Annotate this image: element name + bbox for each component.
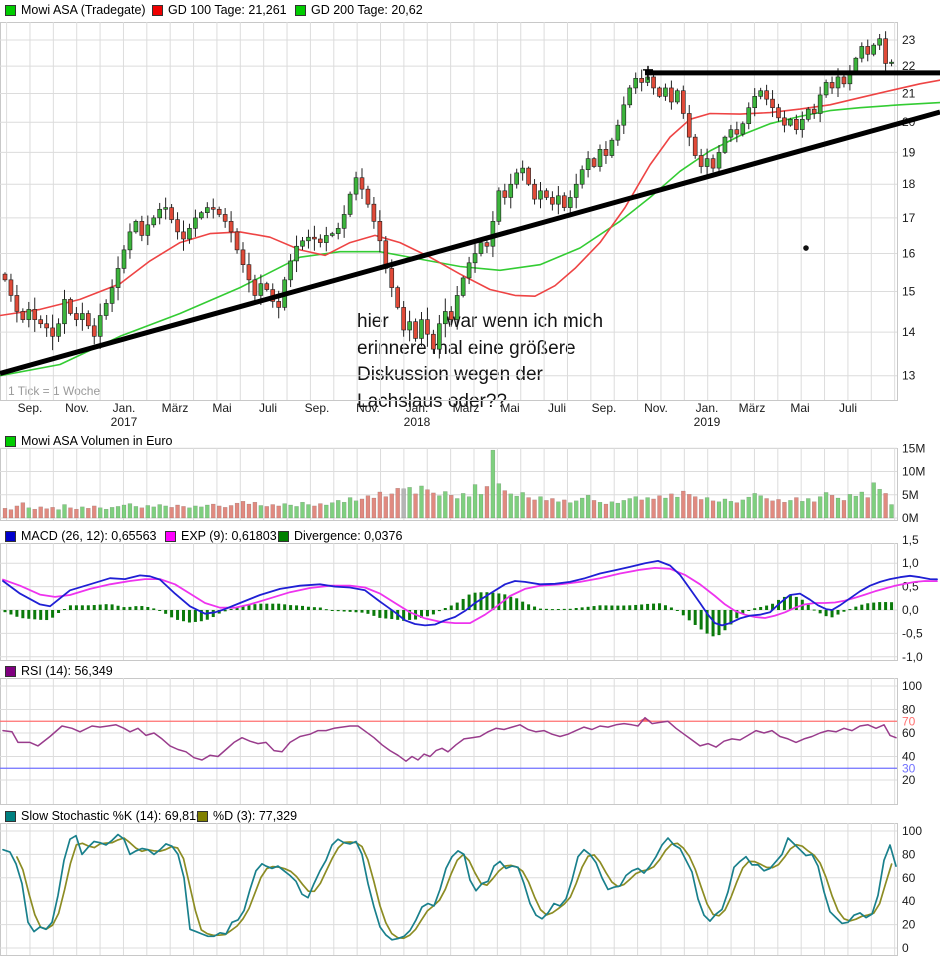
svg-text:0,0: 0,0 bbox=[902, 603, 919, 617]
svg-text:Juli: Juli bbox=[259, 401, 277, 415]
svg-text:20: 20 bbox=[902, 773, 916, 787]
legend-item-macd: MACD (26, 12): 0,65563 bbox=[5, 529, 157, 543]
svg-text:15M: 15M bbox=[902, 441, 925, 455]
series-swatch-icon bbox=[5, 531, 16, 542]
svg-text:100: 100 bbox=[902, 679, 922, 693]
legend-label: EXP (9): 0,61803 bbox=[181, 529, 277, 543]
series-swatch-icon bbox=[152, 5, 163, 16]
legend-item-symbol: Mowi ASA (Tradegate) bbox=[5, 3, 146, 17]
legend-item-rsi: RSI (14): 56,349 bbox=[5, 664, 113, 678]
svg-text:Mai: Mai bbox=[212, 401, 231, 415]
svg-text:19: 19 bbox=[902, 145, 916, 159]
legend-label: Mowi ASA Volumen in Euro bbox=[21, 434, 172, 448]
chart-page: hier war wenn ich mich erinnere mal eine… bbox=[0, 0, 940, 958]
series-swatch-icon bbox=[5, 666, 16, 677]
svg-text:21: 21 bbox=[902, 87, 916, 101]
svg-text:Sep.: Sep. bbox=[305, 401, 330, 415]
svg-text:Nov.: Nov. bbox=[65, 401, 89, 415]
candles-layer bbox=[3, 31, 894, 358]
legend-item-stoch-k: Slow Stochastic %K (14): 69,816 bbox=[5, 809, 203, 823]
legend-item-exp: EXP (9): 0,61803 bbox=[165, 529, 277, 543]
series-swatch-icon bbox=[295, 5, 306, 16]
legend-label: %D (3): 77,329 bbox=[213, 809, 297, 823]
svg-text:17: 17 bbox=[902, 211, 916, 225]
svg-text:20: 20 bbox=[902, 918, 916, 932]
svg-text:Sep.: Sep. bbox=[592, 401, 617, 415]
svg-text:Jan.: Jan. bbox=[113, 401, 136, 415]
svg-text:5M: 5M bbox=[902, 488, 919, 502]
svg-text:Sep.: Sep. bbox=[18, 401, 43, 415]
svg-text:Juli: Juli bbox=[548, 401, 566, 415]
svg-text:15: 15 bbox=[902, 285, 916, 299]
svg-text:40: 40 bbox=[902, 894, 916, 908]
svg-text:März: März bbox=[739, 401, 766, 415]
svg-text:2017: 2017 bbox=[111, 415, 138, 429]
series-swatch-icon bbox=[5, 436, 16, 447]
legend-item-stoch-d: %D (3): 77,329 bbox=[197, 809, 297, 823]
svg-text:60: 60 bbox=[902, 726, 916, 740]
legend-label: MACD (26, 12): 0,65563 bbox=[21, 529, 157, 543]
macd-layer bbox=[3, 561, 937, 636]
svg-text:0M: 0M bbox=[902, 511, 919, 525]
legend-label: GD 100 Tage: 21,261 bbox=[168, 3, 287, 17]
rsi-layer bbox=[0, 718, 897, 769]
axis-labels-layer: 232221201918171615141315M10M5M0M1,51,00,… bbox=[902, 33, 925, 955]
svg-text:Jan.: Jan. bbox=[406, 401, 429, 415]
svg-text:Nov.: Nov. bbox=[356, 401, 380, 415]
series-swatch-icon bbox=[5, 811, 16, 822]
legend-item-gd100: GD 100 Tage: 21,261 bbox=[152, 3, 287, 17]
svg-text:März: März bbox=[162, 401, 189, 415]
svg-text:Juli: Juli bbox=[839, 401, 857, 415]
legend-label: GD 200 Tage: 20,62 bbox=[311, 3, 423, 17]
stochastic-layer bbox=[3, 835, 896, 940]
svg-text:Nov.: Nov. bbox=[644, 401, 668, 415]
svg-text:60: 60 bbox=[902, 871, 916, 885]
svg-text:10M: 10M bbox=[902, 465, 925, 479]
volume-bars-layer bbox=[3, 450, 894, 518]
legend-label: Divergence: 0,0376 bbox=[294, 529, 402, 543]
svg-text:13: 13 bbox=[902, 369, 916, 383]
trendlines-layer bbox=[0, 66, 940, 374]
svg-text:Jan.: Jan. bbox=[696, 401, 719, 415]
legend-item-divergence: Divergence: 0,0376 bbox=[278, 529, 402, 543]
svg-text:14: 14 bbox=[902, 325, 916, 339]
svg-text:2018: 2018 bbox=[404, 415, 431, 429]
svg-text:-1,0: -1,0 bbox=[902, 650, 923, 664]
series-swatch-icon bbox=[5, 5, 16, 16]
svg-text:80: 80 bbox=[902, 847, 916, 861]
svg-text:-0,5: -0,5 bbox=[902, 626, 923, 640]
legend-item-gd200: GD 200 Tage: 20,62 bbox=[295, 3, 423, 17]
series-swatch-icon bbox=[165, 531, 176, 542]
series-swatch-icon bbox=[278, 531, 289, 542]
svg-text:Mai: Mai bbox=[790, 401, 809, 415]
svg-text:1,0: 1,0 bbox=[902, 556, 919, 570]
svg-text:23: 23 bbox=[902, 33, 916, 47]
legend-label: Mowi ASA (Tradegate) bbox=[21, 3, 146, 17]
legend-label: Slow Stochastic %K (14): 69,816 bbox=[21, 809, 203, 823]
legend-item-volume: Mowi ASA Volumen in Euro bbox=[5, 434, 172, 448]
legend-label: RSI (14): 56,349 bbox=[21, 664, 113, 678]
svg-text:1,5: 1,5 bbox=[902, 533, 919, 547]
svg-text:100: 100 bbox=[902, 824, 922, 838]
series-swatch-icon bbox=[197, 811, 208, 822]
x-axis-labels: Sep.Nov.Jan.2017MärzMaiJuliSep.Nov.Jan.2… bbox=[18, 401, 857, 429]
svg-text:18: 18 bbox=[902, 177, 916, 191]
svg-text:Mai: Mai bbox=[500, 401, 519, 415]
svg-text:0: 0 bbox=[902, 941, 909, 955]
svg-text:16: 16 bbox=[902, 247, 916, 261]
svg-text:2019: 2019 bbox=[694, 415, 721, 429]
svg-text:März: März bbox=[453, 401, 480, 415]
